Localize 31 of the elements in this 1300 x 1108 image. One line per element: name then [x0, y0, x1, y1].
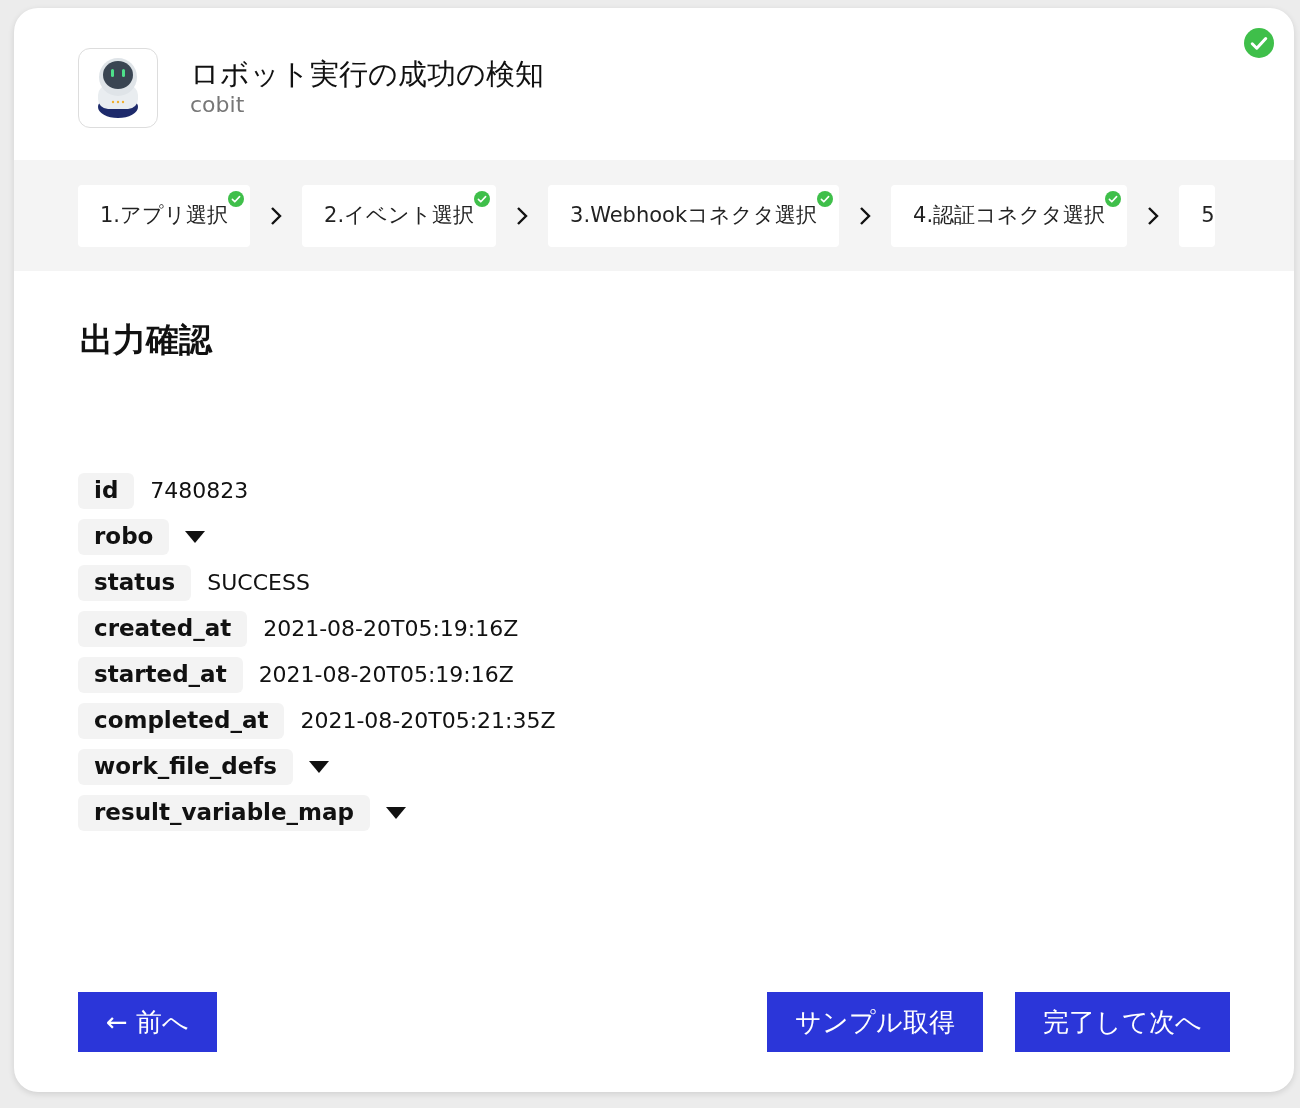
field-key: work_file_defs [78, 748, 293, 785]
chevron-right-icon [270, 205, 283, 226]
field-key: robo [78, 518, 170, 555]
next-button[interactable]: 完了して次へ [1015, 992, 1230, 1052]
field-key: id [78, 472, 135, 509]
field-value: 7480823 [150, 477, 249, 505]
step-tab[interactable]: 5 [1179, 184, 1215, 247]
chevron-right-icon [859, 205, 872, 226]
chevron-right-icon [516, 205, 529, 226]
triangle-down-icon[interactable] [386, 806, 407, 819]
app-name: cobit [190, 92, 246, 119]
triangle-down-icon[interactable] [309, 760, 329, 773]
field-key: status [78, 564, 192, 601]
step-tab[interactable]: 3.Webhookコネクタ選択 [548, 184, 840, 247]
section-title: 出力確認 [80, 319, 214, 361]
field-key: started_at [78, 656, 243, 693]
back-button[interactable]: ← 前へ [78, 992, 218, 1052]
triangle-down-icon[interactable] [185, 530, 206, 543]
field-value: SUCCESS [207, 569, 310, 597]
step-tab[interactable]: 4.認証コネクタ選択 [891, 184, 1128, 247]
chevron-right-icon [1147, 205, 1160, 226]
field-key: result_variable_map [78, 794, 371, 831]
field-value: 2021-08-20T05:19:16Z [258, 661, 514, 689]
field-value: 2021-08-20T05:19:16Z [263, 615, 519, 643]
step-tab[interactable]: 1.アプリ選択 [78, 184, 251, 247]
sample-button[interactable]: サンプル取得 [767, 992, 983, 1052]
field-key: created_at [78, 610, 248, 647]
field-value: 2021-08-20T05:21:35Z [300, 707, 556, 735]
step-tab[interactable]: 2.イベント選択 [302, 184, 497, 247]
page-title: ロボット実行の成功の検知 [190, 57, 544, 93]
field-key: completed_at [78, 702, 285, 739]
